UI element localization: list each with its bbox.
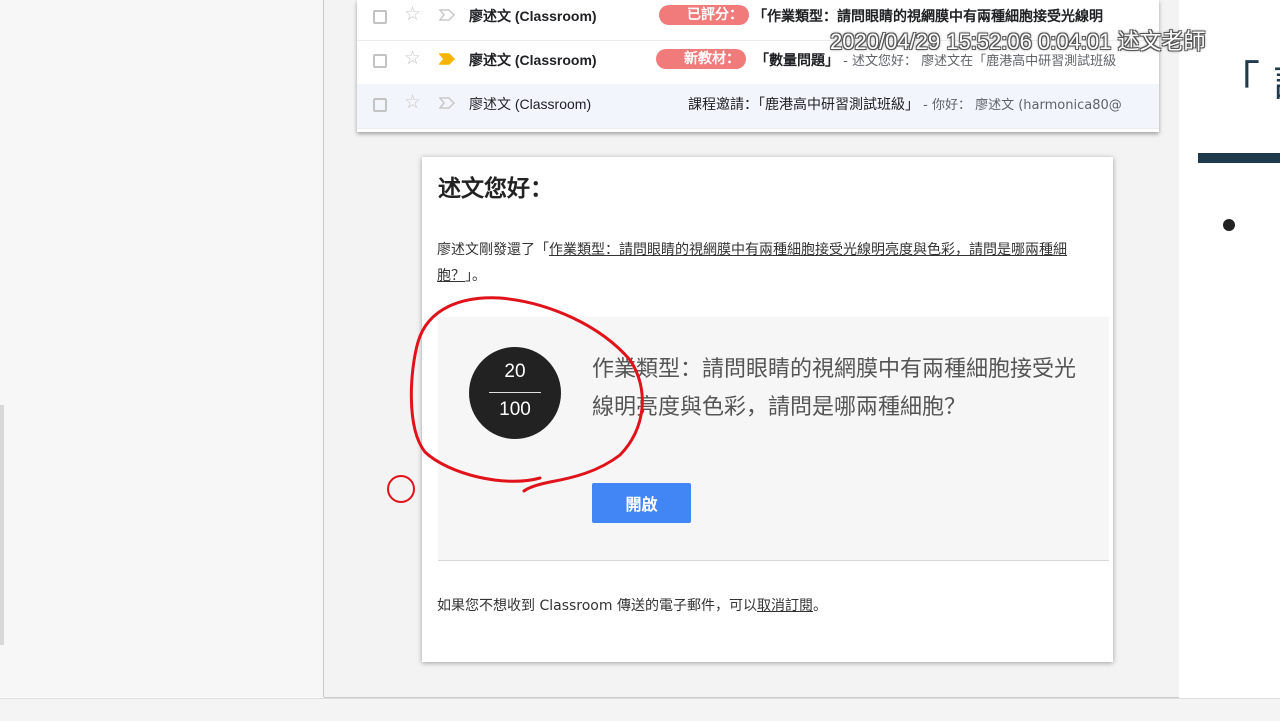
footer-prefix: 如果您不想收到 Classroom 傳送的電子郵件，可以 (437, 598, 757, 614)
footer-suffix: 。 (812, 598, 827, 614)
graded-label-badge: 已評分： (659, 5, 749, 25)
email-row[interactable]: ☆ 廖述文 (Classroom) 課程邀請：「鹿港高中研習測試班級」 - 你好… (357, 84, 1159, 129)
subject-text: 「作業類型：請問眼睛的視網膜中有兩種細胞接受光線明 (753, 9, 1103, 25)
inbox-list: ☆ 廖述文 (Classroom) 已評分： 「作業類型：請問眼睛的視網膜中有兩… (357, 0, 1159, 132)
assignment-title: 作業類型：請問眼睛的視網膜中有兩種細胞接受光線明亮度與色彩，請問是哪兩種細胞？ (592, 357, 1077, 420)
assignment-card: 20 100 作業類型：請問眼睛的視網膜中有兩種細胞接受光線明亮度與色彩，請問是… (438, 317, 1109, 561)
score-earned: 20 (504, 361, 526, 382)
left-pane-strip (0, 405, 4, 645)
email-body: 述文您好： 廖述文剛發還了「作業類型：請問眼睛的視網膜中有兩種細胞接受光線明亮度… (422, 157, 1113, 662)
unsubscribe-link[interactable]: 取消訂閱 (757, 598, 813, 614)
importance-marker-icon[interactable] (439, 97, 455, 109)
importance-marker-icon[interactable] (439, 53, 455, 65)
score-badge: 20 100 (469, 347, 561, 439)
bottom-strip (0, 698, 1280, 721)
select-checkbox[interactable] (373, 98, 387, 112)
email-subject: 課程邀請：「鹿港高中研習測試班級」 - 你好： 廖述文 (harmonica80… (688, 94, 1122, 114)
star-icon[interactable]: ☆ (404, 5, 421, 24)
subject-text: 「數量問題」 (755, 53, 839, 69)
recording-timestamp: 2020/04/29 15:52:06 0:04:01 述文老師 (830, 29, 1206, 54)
subject-text: 課程邀請：「鹿港高中研習測試班級」 (688, 97, 919, 113)
star-icon[interactable]: ☆ (404, 93, 421, 112)
email-snippet: - 述文您好： 廖述文在「鹿港高中研習測試班級 (839, 54, 1117, 69)
email-snippet: - 你好： 廖述文 (harmonica80@ (919, 98, 1122, 113)
open-button[interactable]: 開啟 (592, 483, 691, 523)
select-checkbox[interactable] (373, 10, 387, 24)
intro-text: 廖述文剛發還了「作業類型：請問眼睛的視網膜中有兩種細胞接受光線明亮度與色彩，請問… (437, 237, 1107, 289)
sender: 廖述文 (Classroom) (469, 96, 592, 112)
score-total: 100 (499, 399, 531, 420)
select-checkbox[interactable] (373, 54, 387, 68)
left-pane (0, 0, 324, 697)
slide-bullet (1223, 219, 1235, 231)
importance-marker-icon[interactable] (439, 9, 455, 21)
intro-suffix: 」。 (465, 268, 486, 284)
sender: 廖述文 (Classroom) (469, 52, 597, 68)
email-subject: 「作業類型：請問眼睛的視網膜中有兩種細胞接受光線明 (753, 6, 1103, 26)
greeting: 述文您好： (438, 175, 553, 202)
star-icon[interactable]: ☆ (404, 49, 421, 68)
new-material-label-badge: 新教材： (656, 49, 746, 69)
sender: 廖述文 (Classroom) (469, 8, 597, 24)
score-divider (489, 392, 541, 393)
slide-divider (1198, 153, 1280, 163)
footer-text: 如果您不想收到 Classroom 傳送的電子郵件，可以取消訂閱。 (437, 595, 827, 615)
intro-prefix: 廖述文剛發還了「 (437, 242, 549, 258)
slide-title: 「 課 (1218, 57, 1280, 106)
